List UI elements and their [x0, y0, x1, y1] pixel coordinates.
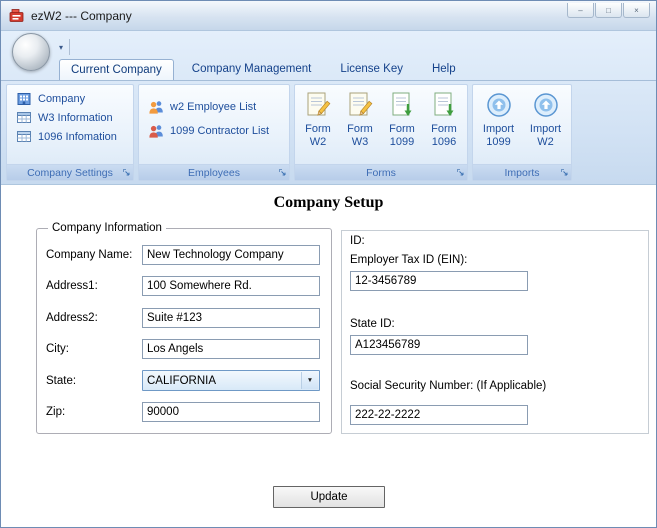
- quick-access-dropdown[interactable]: ▾: [57, 39, 71, 55]
- ssn-label: Social Security Number: (If Applicable): [350, 380, 547, 392]
- company-name-label: Company Name:: [46, 248, 133, 261]
- ribbon-group-company-settings: Company W3 Information 1096 Infomation C…: [6, 84, 134, 181]
- state-label: State:: [46, 374, 77, 387]
- state-select[interactable]: CALIFORNIA ▼: [142, 370, 320, 392]
- state-id-input[interactable]: [350, 335, 528, 355]
- tab-help[interactable]: Help: [421, 59, 467, 80]
- import-w2-button[interactable]: Import W2: [525, 89, 567, 162]
- id-heading: ID:: [350, 235, 365, 247]
- group-label-employees: Employees: [139, 164, 289, 180]
- form-1096-button[interactable]: Form 1096: [423, 89, 465, 162]
- chevron-down-icon: ▼: [301, 372, 318, 390]
- state-selected-value: CALIFORNIA: [147, 374, 217, 387]
- address2-row: Address2:: [46, 302, 323, 334]
- company-information-legend: Company Information: [52, 222, 162, 234]
- ribbon: ▾ Current Company Company Management Lic…: [1, 31, 656, 184]
- tab-company-management[interactable]: Company Management: [181, 59, 323, 80]
- main-content: Company Setup Company Information Compan…: [1, 184, 656, 527]
- tab-current-company[interactable]: Current Company: [59, 59, 174, 80]
- ribbon-groups: Company W3 Information 1096 Infomation C…: [1, 80, 656, 184]
- dialog-launcher-icon[interactable]: [560, 168, 569, 177]
- w3-information-button[interactable]: W3 Information: [9, 108, 131, 127]
- city-row: City:: [46, 334, 323, 366]
- form-1099-icon: [388, 91, 416, 121]
- info-1096-button[interactable]: 1096 Infomation: [9, 127, 131, 146]
- table-1096-icon: [16, 129, 33, 145]
- import-1099-icon: [485, 91, 513, 121]
- application-orb-button[interactable]: [12, 33, 50, 71]
- form-1096-icon: [430, 91, 458, 121]
- form-w2-button[interactable]: Form W2: [297, 89, 339, 162]
- address2-input[interactable]: [142, 307, 320, 328]
- company-name-row: Company Name:: [46, 239, 323, 271]
- zip-input[interactable]: [142, 402, 320, 423]
- ribbon-tabs: Current Company Company Management Licen…: [59, 57, 474, 80]
- group-label-company-settings: Company Settings: [7, 164, 133, 180]
- window-title: ezW2 --- Company: [31, 8, 132, 23]
- dialog-launcher-icon[interactable]: [278, 168, 287, 177]
- group-label-imports: Imports: [473, 164, 571, 180]
- ssn-input[interactable]: [350, 405, 528, 425]
- ein-label: Employer Tax ID (EIN):: [350, 254, 468, 266]
- state-row: State: CALIFORNIA ▼: [46, 365, 323, 397]
- w2-employee-list-button[interactable]: w2 Employee List: [141, 95, 287, 119]
- ribbon-group-forms: Form W2 Form W3 Form 1099 Form 1096 Form…: [294, 84, 468, 181]
- dialog-launcher-icon[interactable]: [456, 168, 465, 177]
- import-1099-button[interactable]: Import 1099: [478, 89, 520, 162]
- zip-row: Zip:: [46, 397, 323, 429]
- city-label: City:: [46, 343, 69, 356]
- id-groupbox: ID: Employer Tax ID (EIN): State ID: Soc…: [341, 230, 649, 434]
- company-button[interactable]: Company: [9, 89, 131, 108]
- form-w3-icon: [346, 91, 374, 121]
- update-button[interactable]: Update: [273, 486, 385, 508]
- dialog-launcher-icon[interactable]: [122, 168, 131, 177]
- app-window: ezW2 --- Company – □ × ▾ Current Company…: [0, 0, 657, 528]
- form-1099-button[interactable]: Form 1099: [381, 89, 423, 162]
- company-building-icon: [16, 91, 33, 107]
- employee-list-icon: [148, 99, 165, 115]
- page-title: Company Setup: [273, 194, 384, 211]
- form-w2-icon: [304, 91, 332, 121]
- address2-label: Address2:: [46, 311, 98, 324]
- titlebar: ezW2 --- Company – □ ×: [1, 1, 656, 31]
- caption-buttons: – □ ×: [567, 3, 650, 18]
- zip-label: Zip:: [46, 406, 66, 419]
- close-button[interactable]: ×: [623, 3, 650, 18]
- ein-input[interactable]: [350, 271, 528, 291]
- tab-license-key[interactable]: License Key: [329, 59, 414, 80]
- form-w3-button[interactable]: Form W3: [339, 89, 381, 162]
- maximize-button[interactable]: □: [595, 3, 622, 18]
- minimize-button[interactable]: –: [567, 3, 594, 18]
- contractor-1099-list-button[interactable]: 1099 Contractor List: [141, 119, 287, 143]
- company-information-groupbox: Company Information Company Name: Addres…: [36, 222, 332, 434]
- address1-row: Address1:: [46, 271, 323, 303]
- address1-input[interactable]: [142, 276, 320, 297]
- company-name-input[interactable]: [142, 244, 320, 265]
- state-id-label: State ID:: [350, 318, 395, 330]
- ribbon-group-imports: Import 1099 Import W2 Imports: [472, 84, 572, 181]
- address1-label: Address1:: [46, 280, 98, 293]
- group-label-forms: Forms: [295, 164, 467, 180]
- app-icon: [9, 8, 25, 24]
- contractor-list-icon: [148, 123, 165, 139]
- city-input[interactable]: [142, 339, 320, 360]
- w3-table-icon: [16, 110, 33, 126]
- ribbon-group-employees: w2 Employee List 1099 Contractor List Em…: [138, 84, 290, 181]
- import-w2-icon: [532, 91, 560, 121]
